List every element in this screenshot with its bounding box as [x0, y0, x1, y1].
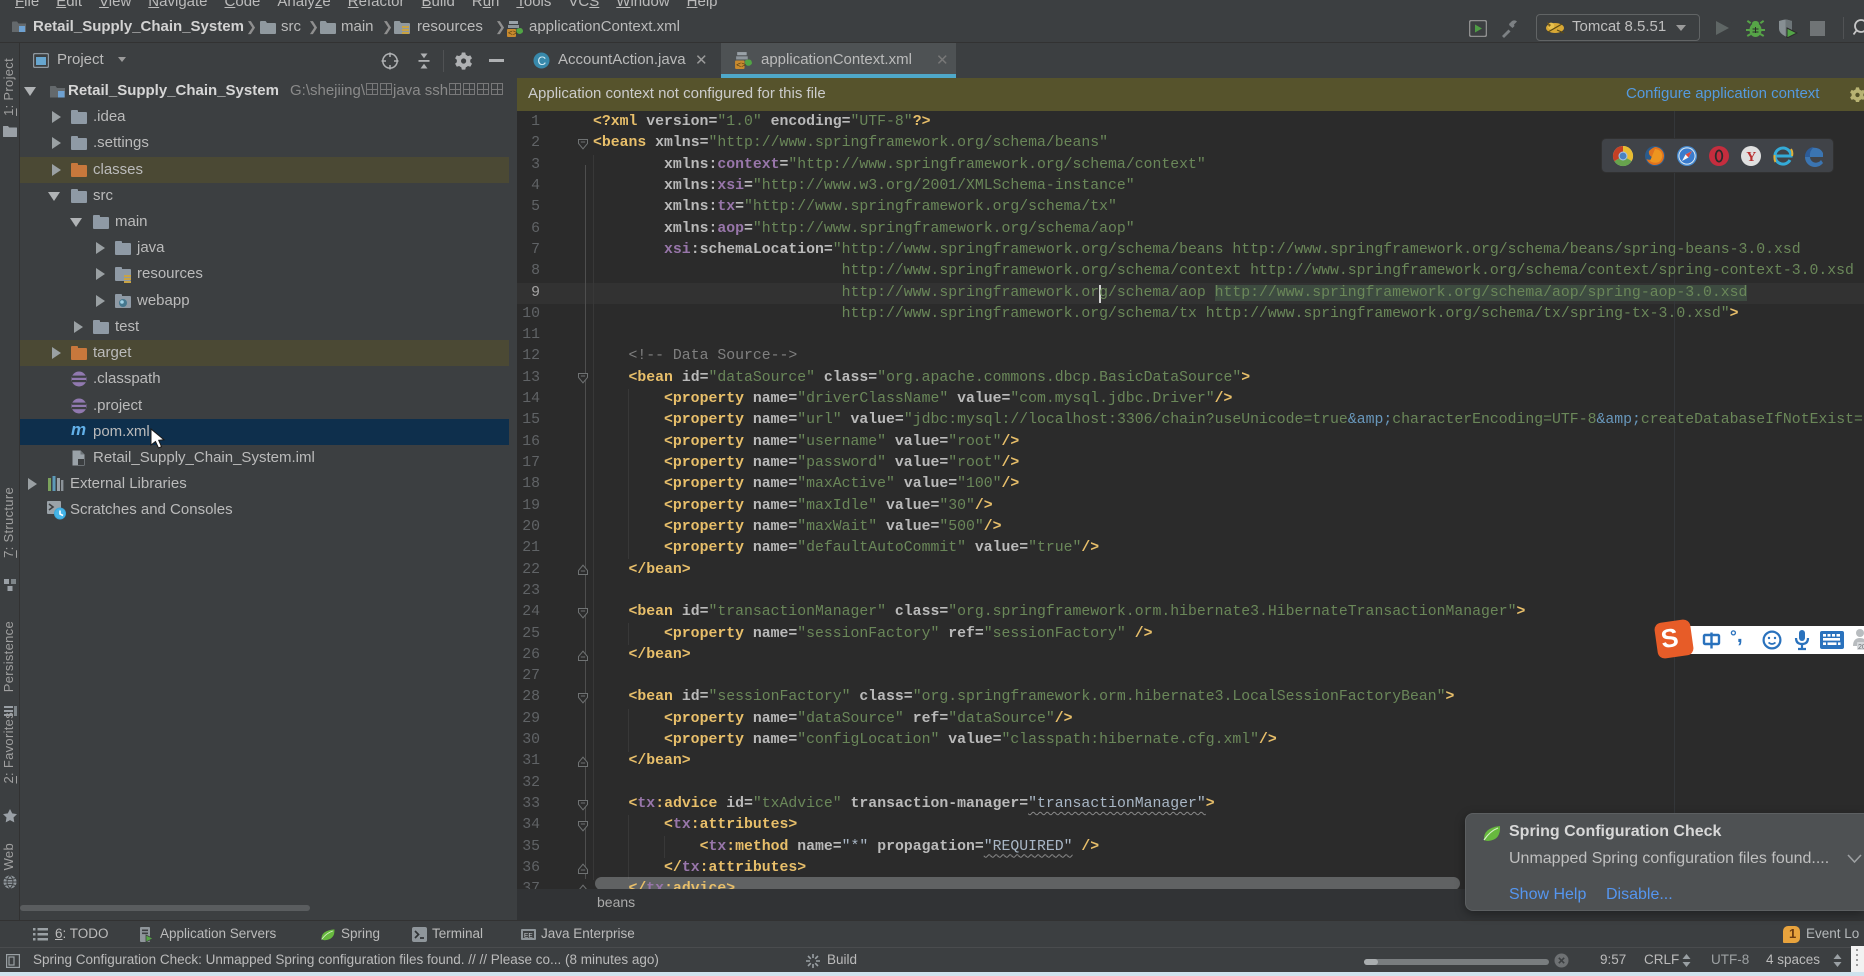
svg-text:20: 20 — [1858, 644, 1864, 651]
svg-text:C: C — [538, 54, 547, 68]
svg-text:<>: <> — [508, 30, 518, 38]
svg-text:<>: <> — [736, 60, 746, 69]
svg-text:EE: EE — [524, 932, 533, 939]
